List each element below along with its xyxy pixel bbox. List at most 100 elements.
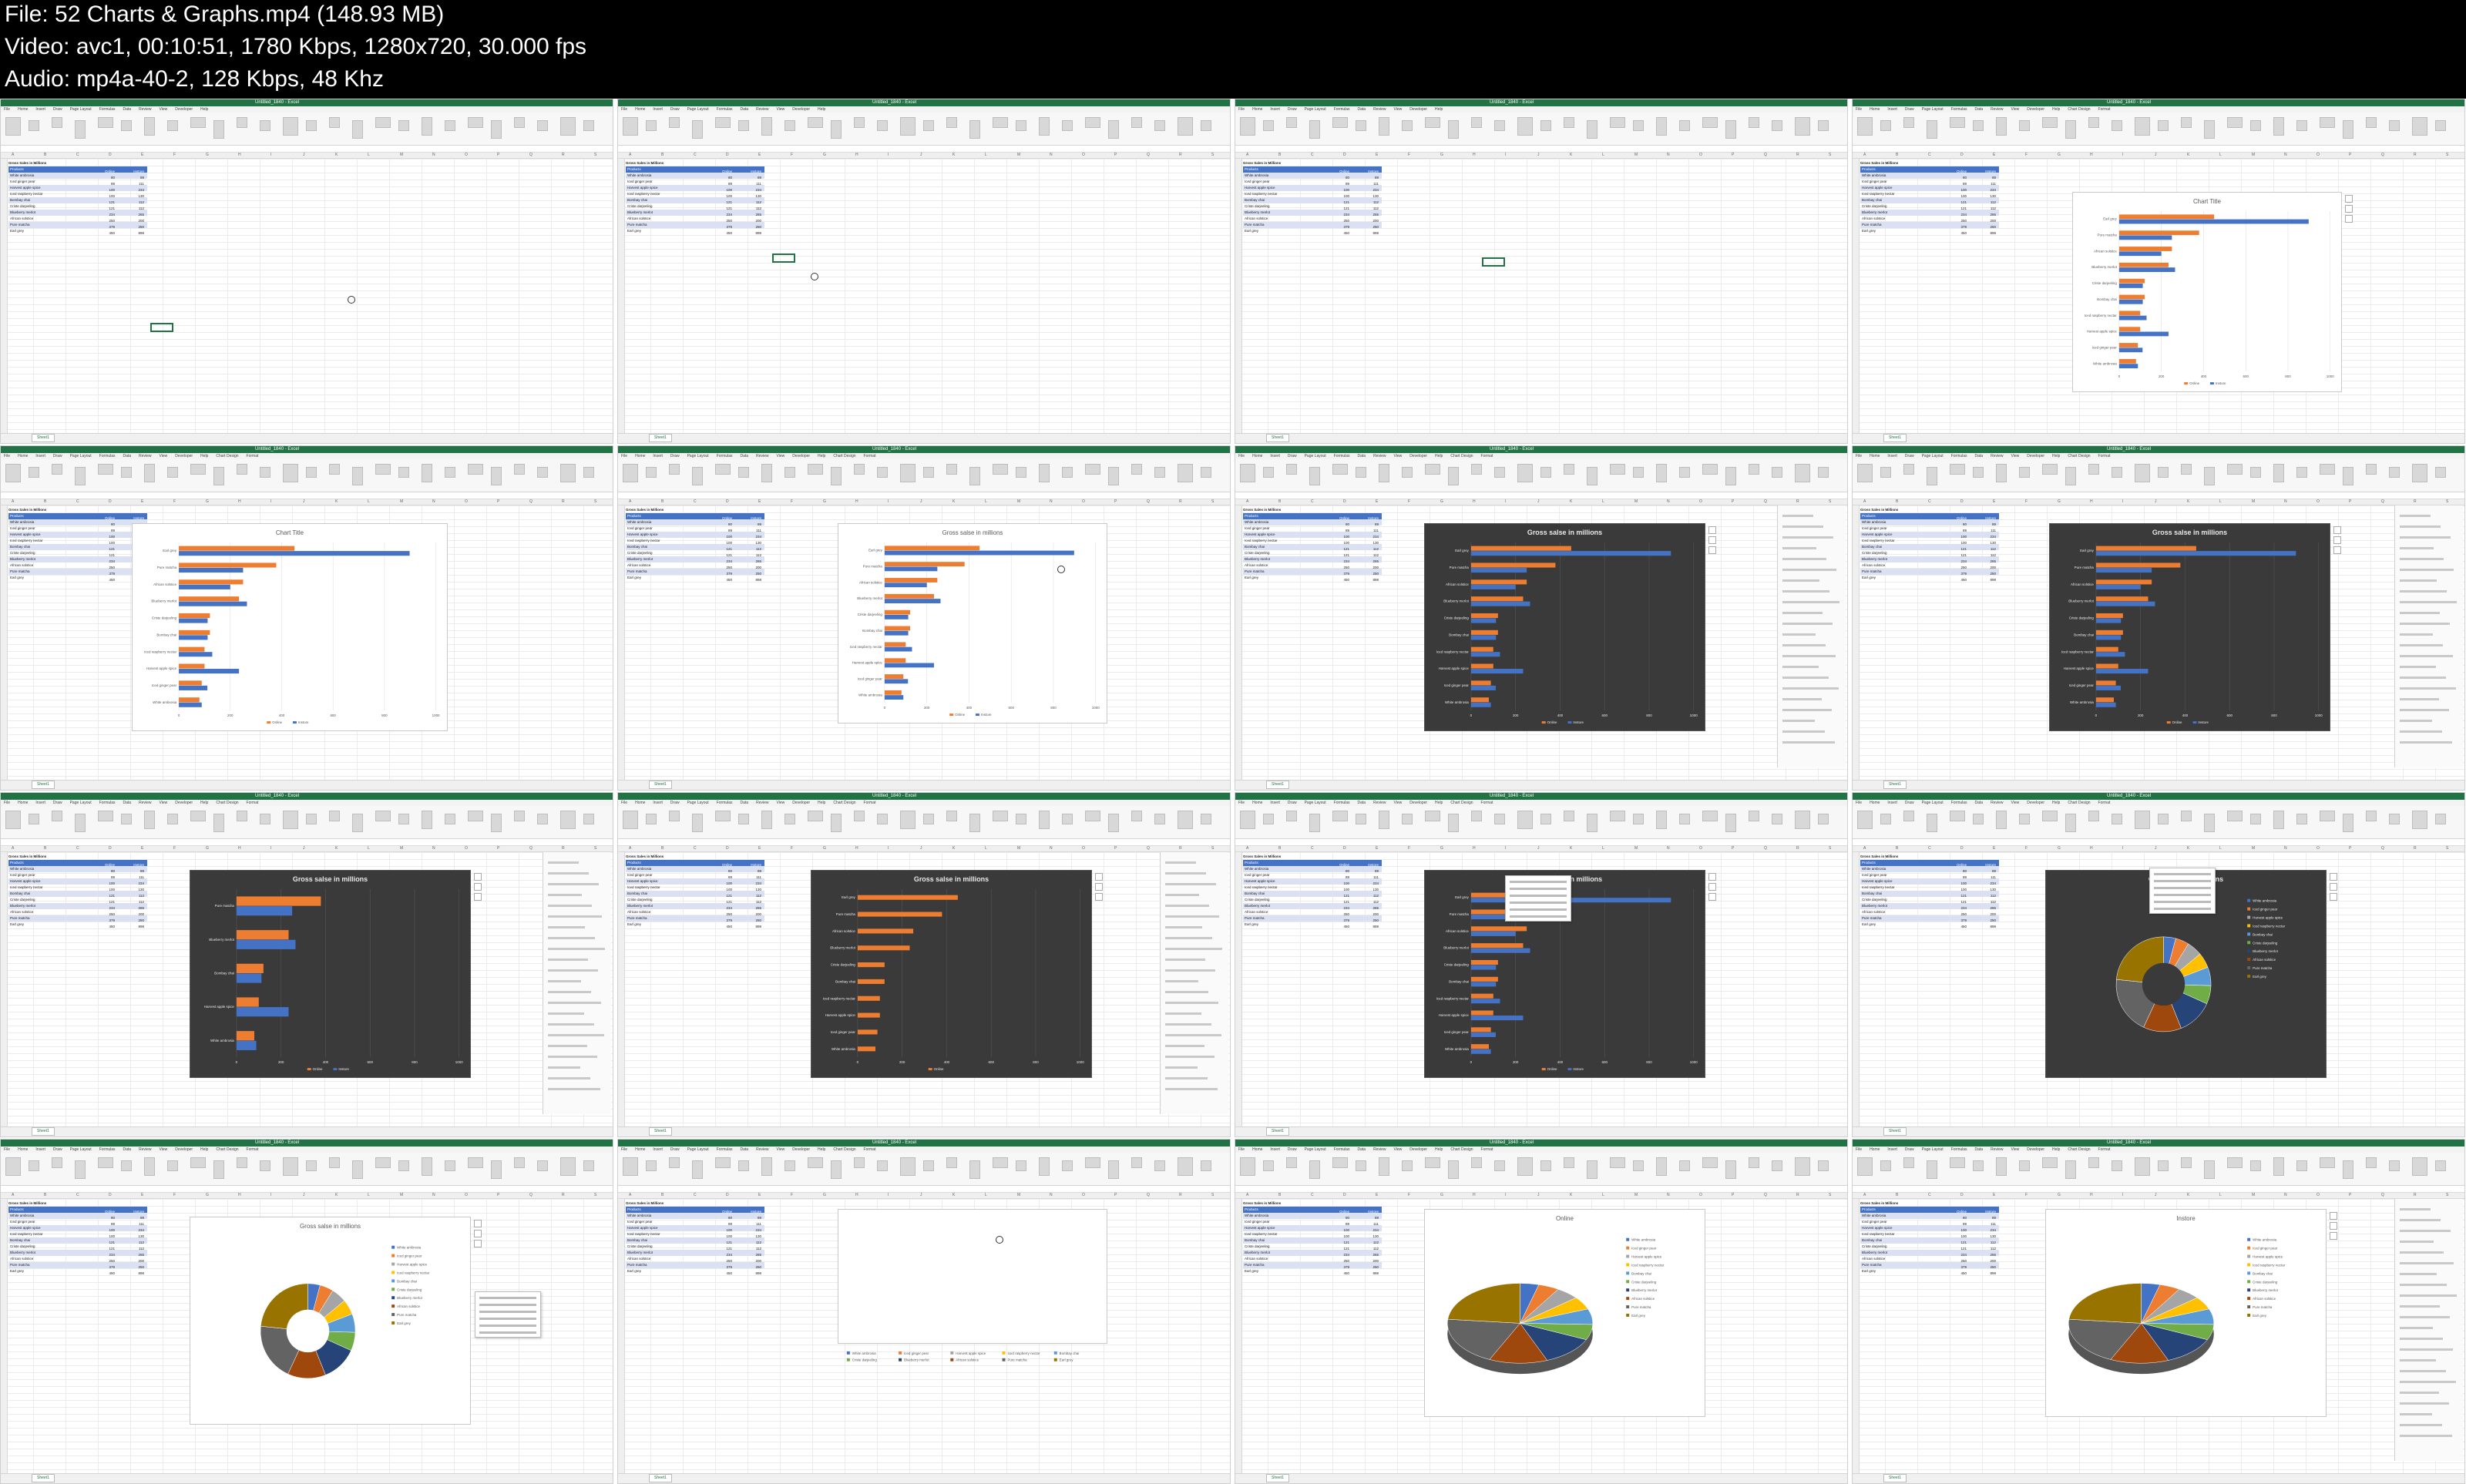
ribbon-button[interactable] [1564,1157,1574,1168]
column-header-Q[interactable]: Q [1764,499,1767,504]
column-header-O[interactable]: O [1699,1193,1702,1197]
ribbon-tab-format[interactable]: Format [2098,801,2111,805]
sheet-tab[interactable]: Sheet1 [1883,1127,1907,1136]
product-cell[interactable]: Earl grey [626,922,703,928]
column-header-S[interactable]: S [1211,846,1214,851]
ribbon-button[interactable] [29,1160,39,1171]
chart-styles-button[interactable] [2330,883,2337,891]
ribbon-button[interactable] [2019,120,2030,131]
ribbon-tab-file[interactable]: File [1238,454,1245,458]
pane-option[interactable] [2400,1294,2457,1297]
ribbon-button[interactable] [306,1160,317,1171]
ribbon-button[interactable] [993,1157,1008,1168]
ribbon-button[interactable] [2227,1157,2243,1168]
column-header-S[interactable]: S [594,499,596,504]
column-header-Q[interactable]: Q [1147,153,1150,157]
column-header-A[interactable]: A [12,499,14,504]
column-header-S[interactable]: S [1829,499,1831,504]
pane-option[interactable] [2400,1208,2431,1210]
column-header-F[interactable]: F [791,153,793,157]
pane-option[interactable] [548,1088,600,1090]
ribbon-tab-page-layout[interactable]: Page Layout [70,107,92,112]
column-header-I[interactable]: I [2122,1193,2123,1197]
column-header-R[interactable]: R [1179,153,1182,157]
ribbon-button[interactable] [831,1160,842,1179]
table-row[interactable]: African solstice250200 [1860,562,1999,569]
product-cell[interactable]: Bombay chai [1243,544,1320,550]
table-row[interactable]: White ambrosia8089 [8,519,147,526]
pane-option[interactable] [1782,590,1829,593]
ribbon-button[interactable] [2042,811,2058,821]
ribbon-button[interactable] [1039,464,1050,482]
ribbon-button[interactable] [1425,117,1440,128]
column-header-N[interactable]: N [1667,846,1670,851]
product-cell[interactable]: Iced ginger pear [1860,525,1937,532]
product-cell[interactable]: White ambrosia [1243,173,1320,179]
product-cell[interactable]: Iced raspberry nectar [1243,538,1320,544]
table-row[interactable]: Earl grey450898 [8,575,147,582]
ribbon-button[interactable] [854,811,865,821]
ribbon-tab-developer[interactable]: Developer [2027,801,2044,805]
ribbon-button[interactable] [761,811,772,829]
ribbon-tab-file[interactable]: File [1856,1147,1862,1152]
pane-option[interactable] [548,883,599,885]
ribbon-button[interactable] [5,811,21,829]
ribbon-button[interactable] [283,117,298,136]
ribbon-button[interactable] [854,464,865,475]
product-cell[interactable]: Earl grey [1243,228,1320,234]
column-header-J[interactable]: J [1537,1193,1540,1197]
table-row[interactable]: African solstice250200 [1243,1256,1382,1263]
column-header-E[interactable]: E [141,1193,143,1197]
column-header-D[interactable]: D [726,846,729,851]
ribbon-button[interactable] [1656,811,1667,829]
ribbon-tab-help[interactable]: Help [1435,1147,1443,1152]
format-pane[interactable] [1160,852,1228,1114]
product-cell[interactable]: African solstice [1243,909,1320,915]
column-header-A[interactable]: A [12,153,14,157]
table-row[interactable]: Iced raspberry nectar100130 [1243,191,1382,198]
ribbon-tab-developer[interactable]: Developer [792,107,810,112]
column-header-K[interactable]: K [952,846,955,851]
ribbon-tab-review[interactable]: Review [1373,801,1386,805]
ribbon-button[interactable] [375,464,391,475]
ribbon-tab-home[interactable]: Home [635,1147,645,1152]
column-header-K[interactable]: K [1570,846,1572,851]
ribbon-tab-file[interactable]: File [1238,1147,1245,1152]
ribbon-tab-view[interactable]: View [1394,1147,1403,1152]
ribbon-button[interactable] [1610,464,1625,475]
table-row[interactable]: Bombay chai121112 [1860,544,1999,551]
product-cell[interactable]: African solstice [8,216,86,222]
column-header-P[interactable]: P [2349,499,2351,504]
column-header-M[interactable]: M [1634,1193,1638,1197]
ribbon-button[interactable] [1085,117,1100,128]
column-header-K[interactable]: K [335,846,338,851]
ribbon-tab-data[interactable]: Data [123,107,132,112]
product-cell[interactable]: Harvest apple spice [1243,532,1320,538]
ribbon-button[interactable] [1795,1157,1810,1176]
pane-option[interactable] [548,969,598,972]
table-row[interactable]: Bombay chai121112 [8,544,147,551]
ribbon-tab-data[interactable]: Data [1975,454,1984,458]
table-row[interactable]: African solstice250200 [626,562,764,569]
ribbon-button[interactable] [121,814,132,824]
ribbon-button[interactable] [29,467,39,478]
ribbon-button[interactable] [1356,814,1366,824]
ribbon-button[interactable] [738,814,749,824]
online-cell[interactable]: 450 [1937,577,1967,583]
column-header-M[interactable]: M [400,499,403,504]
column-header-K[interactable]: K [335,153,338,157]
chart-styles-button[interactable] [474,1230,482,1237]
pane-option[interactable] [1782,644,1826,646]
column-header-C[interactable]: C [1311,1193,1314,1197]
ribbon-button[interactable] [2343,467,2353,485]
column-header-L[interactable]: L [2219,1193,2222,1197]
product-cell[interactable]: White ambrosia [626,866,703,872]
ribbon-button[interactable] [75,1160,86,1179]
ribbon-tab-home[interactable]: Home [635,454,645,458]
ribbon-tab-developer[interactable]: Developer [792,1147,810,1152]
ribbon-button[interactable] [1656,464,1667,482]
table-row[interactable]: White ambrosia8089 [626,1213,764,1220]
table-row[interactable]: Earl grey450898 [1860,922,1999,928]
ribbon-button[interactable] [692,120,703,139]
chart-elements-button[interactable] [2333,526,2341,534]
